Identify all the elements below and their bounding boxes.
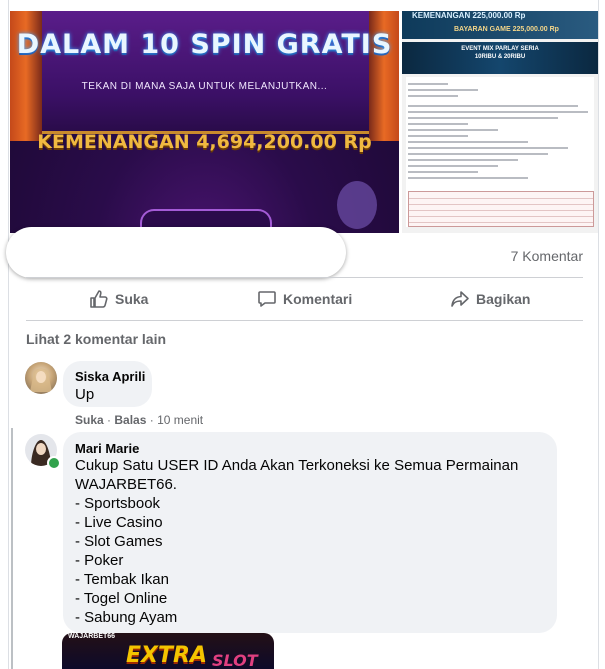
image-right-table [408, 191, 594, 227]
attachment-title-1: EXTRA [126, 643, 207, 668]
reaction-summary-pill[interactable] [6, 227, 346, 278]
comment-icon [258, 291, 276, 307]
image-decoration [337, 181, 377, 229]
comment-author[interactable]: Siska Aprili [75, 369, 145, 384]
comment-text: Cukup Satu USER ID Anda Akan Terkoneksi … [75, 457, 519, 626]
comment-bubble: Siska Aprili Up [63, 361, 152, 407]
like-label: Suka [115, 291, 149, 307]
image-right-banner: KEMENANGAN 225,000.00 Rp BAYARAN GAME 22… [402, 11, 598, 39]
online-status-dot [47, 456, 61, 470]
image-right-document [406, 77, 594, 227]
comment-author[interactable]: Mari Marie [75, 441, 139, 456]
comment-count-link[interactable]: 7 Komentar [511, 248, 583, 264]
avatar[interactable] [25, 362, 57, 394]
share-label: Bagikan [476, 291, 531, 307]
view-more-comments-link[interactable]: Lihat 2 komentar lain [26, 331, 166, 347]
image-right-event: EVENT MIX PARLAY SERIA 10RIBU & 20RIBU [402, 42, 598, 74]
comment-meta: Suka · Balas · 10 menit [75, 413, 203, 427]
comment-reply-link[interactable]: Balas [114, 413, 146, 427]
image-winnings: KEMENANGAN 4,694,200.00 Rp [37, 131, 372, 153]
image-headline: DALAM 10 SPIN GRATIS [16, 29, 393, 60]
like-button[interactable]: Suka [89, 289, 148, 309]
comment-attachment-image[interactable]: WAJARBET66 EXTRA SLOT [62, 633, 274, 669]
comment-bubble: Mari Marie Cukup Satu USER ID Anda Akan … [63, 432, 557, 633]
comment-button[interactable]: Komentari [257, 289, 352, 309]
image-right-banner-sub: BAYARAN GAME 225,000.00 Rp [454, 26, 559, 33]
post-image-left[interactable]: DALAM 10 SPIN GRATIS TEKAN DI MANA SAJA … [10, 11, 399, 233]
comment-time[interactable]: 10 menit [157, 413, 203, 427]
image-right-event-text: EVENT MIX PARLAY SERIA 10RIBU & 20RIBU [461, 46, 539, 60]
comment-text: Up [75, 386, 95, 403]
divider-bottom [26, 320, 583, 321]
post-image-right[interactable]: KEMENANGAN 225,000.00 Rp BAYARAN GAME 22… [402, 11, 598, 233]
comment-label: Komentari [283, 291, 353, 307]
avatar-photo [30, 368, 52, 392]
image-right-banner-title: KEMENANGAN 225,000.00 Rp [412, 11, 526, 20]
meta-separator: · [149, 413, 158, 427]
attachment-title-2: SLOT [212, 651, 258, 669]
image-subline: TEKAN DI MANA SAJA UNTUK MELANJUTKAN... [81, 81, 328, 92]
attachment-brand: WAJARBET66 [68, 633, 116, 640]
thread-line [11, 428, 13, 669]
share-icon [451, 291, 469, 307]
comment-like-link[interactable]: Suka [75, 413, 104, 427]
share-button[interactable]: Bagikan [450, 289, 530, 309]
thumbs-up-icon [90, 290, 108, 308]
divider-top [26, 277, 583, 278]
